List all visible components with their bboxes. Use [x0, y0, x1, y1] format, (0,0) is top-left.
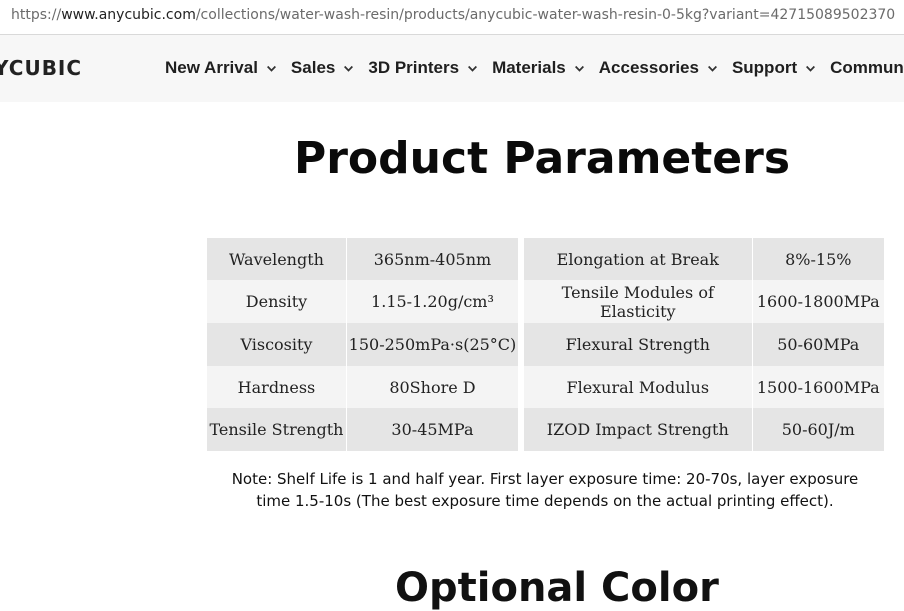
parameters-table-left: Wavelength 365nm-405nm Density 1.15-1.20…	[207, 238, 520, 451]
param-name: Hardness	[207, 366, 347, 408]
param-value: 1.15-1.20g/cm³	[346, 280, 520, 323]
site-header: YCUBIC New Arrival Sales 3D Printers Mat…	[0, 35, 904, 102]
site-logo[interactable]: YCUBIC	[0, 56, 82, 80]
menu-item-new-arrival[interactable]: New Arrival	[165, 58, 277, 78]
menu-label: Support	[731, 58, 798, 77]
table-row: Viscosity 150-250mPa·s(25°C)	[207, 323, 520, 366]
table-row: Flexural Modulus 1500-1600MPa	[524, 366, 886, 408]
shelf-life-note: Note: Shelf Life is 1 and half year. Fir…	[231, 470, 859, 510]
param-value: 30-45MPa	[346, 408, 520, 451]
menu-item-community[interactable]: Community	[830, 58, 904, 78]
param-value: 150-250mPa·s(25°C)	[346, 323, 520, 366]
param-name: Tensile Modules of Elasticity	[524, 280, 753, 323]
table-row: Density 1.15-1.20g/cm³	[207, 280, 520, 323]
chevron-down-icon	[806, 65, 816, 72]
menu-label: Materials	[492, 58, 566, 77]
param-value: 8%-15%	[752, 238, 886, 280]
menu-label: New Arrival	[165, 58, 258, 77]
chevron-down-icon	[707, 65, 717, 72]
param-name: Flexural Strength	[524, 323, 753, 366]
param-value: 50-60J/m	[752, 408, 886, 451]
menu-item-accessories[interactable]: Accessories	[599, 58, 718, 78]
table-row: Elongation at Break 8%-15%	[524, 238, 886, 280]
param-value: 50-60MPa	[752, 323, 886, 366]
url-path: /collections/water-wash-resin/products/a…	[195, 7, 896, 23]
url-text[interactable]: https://www.anycubic.com/collections/wat…	[11, 7, 895, 23]
param-name: Wavelength	[207, 238, 347, 280]
menu-label: 3D Printers	[368, 58, 460, 77]
param-value: 1500-1600MPa	[752, 366, 886, 408]
table-row: Tensile Strength 30-45MPa	[207, 408, 520, 451]
chevron-down-icon	[344, 65, 354, 72]
chevron-down-icon	[574, 65, 584, 72]
menu-label: Sales	[290, 58, 336, 77]
param-name: IZOD Impact Strength	[524, 408, 753, 451]
param-name: Tensile Strength	[207, 408, 347, 451]
main-menu: New Arrival Sales 3D Printers Materials …	[165, 58, 904, 78]
table-row: Tensile Modules of Elasticity 1600-1800M…	[524, 280, 886, 323]
menu-label: Community	[830, 58, 904, 77]
table-row: IZOD Impact Strength 50-60J/m	[524, 408, 886, 451]
param-value: 1600-1800MPa	[752, 280, 886, 323]
param-name: Flexural Modulus	[524, 366, 753, 408]
table-row: Hardness 80Shore D	[207, 366, 520, 408]
menu-item-sales[interactable]: Sales	[291, 58, 354, 78]
url-host: www.anycubic.com	[61, 7, 196, 23]
parameters-table-right: Elongation at Break 8%-15% Tensile Modul…	[524, 238, 886, 451]
chevron-down-icon	[468, 65, 478, 72]
section-heading-optional-color: Optional Color	[395, 565, 719, 611]
menu-label: Accessories	[598, 58, 699, 77]
address-bar[interactable]: https://www.anycubic.com/collections/wat…	[0, 0, 904, 35]
page-title: Product Parameters	[293, 133, 791, 184]
table-row: Wavelength 365nm-405nm	[207, 238, 520, 280]
param-name: Viscosity	[207, 323, 347, 366]
param-name: Elongation at Break	[524, 238, 753, 280]
table-row: Flexural Strength 50-60MPa	[524, 323, 886, 366]
menu-item-3d-printers[interactable]: 3D Printers	[368, 58, 478, 78]
param-value: 365nm-405nm	[346, 238, 520, 280]
param-value: 80Shore D	[346, 366, 520, 408]
menu-item-support[interactable]: Support	[732, 58, 816, 78]
param-name: Density	[207, 280, 347, 323]
chevron-down-icon	[266, 65, 276, 72]
url-prefix: https://	[11, 7, 62, 23]
menu-item-materials[interactable]: Materials	[492, 58, 585, 78]
